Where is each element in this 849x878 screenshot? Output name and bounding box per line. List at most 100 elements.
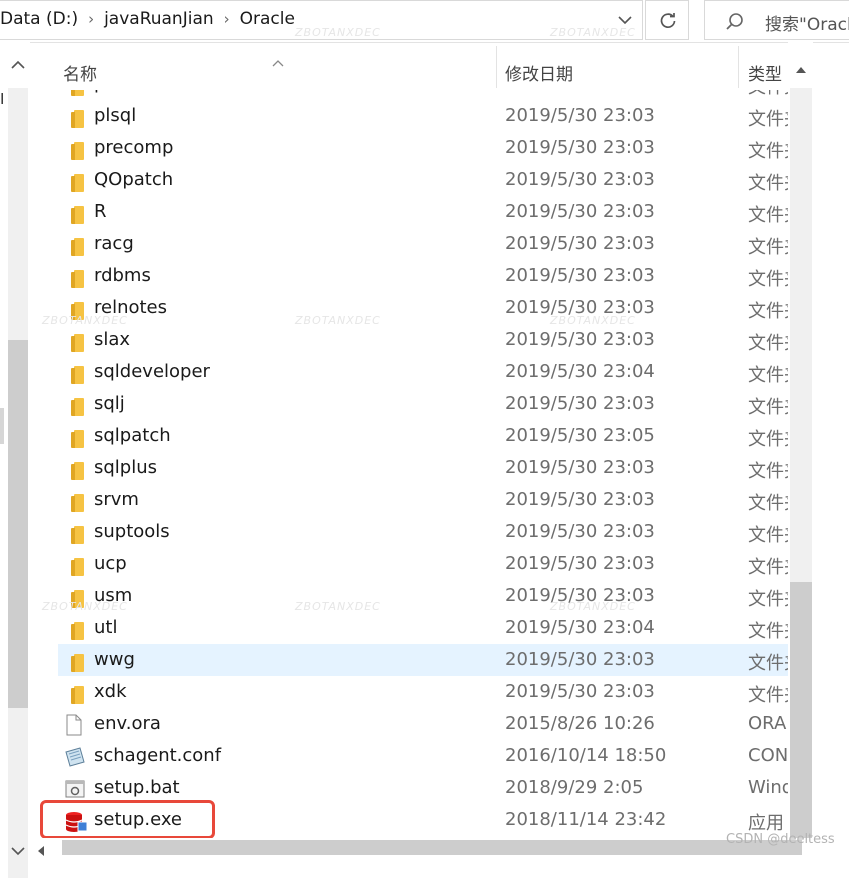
file-modified-date: 2019/5/30 23:03 bbox=[505, 649, 655, 670]
file-type: 文件夹 bbox=[748, 525, 788, 546]
file-row-sqlplus[interactable]: sqlplus 2019/5/30 23:03 文件夹 bbox=[58, 452, 788, 484]
chevron-left-icon[interactable] bbox=[36, 842, 46, 861]
scrollbar-thumb[interactable] bbox=[790, 582, 812, 844]
file-type: 文件夹 bbox=[748, 685, 788, 706]
watermark: ZBOTANXDEC bbox=[295, 26, 381, 39]
file-row-rdbms[interactable]: rdbms 2019/5/30 23:03 文件夹 bbox=[58, 260, 788, 292]
file-type: 文件夹 bbox=[748, 109, 788, 130]
watermark: ZBOTANXDEC bbox=[550, 600, 636, 613]
folder-icon bbox=[64, 618, 84, 640]
column-header-name[interactable]: 名称 bbox=[63, 60, 97, 85]
file-name: slax bbox=[94, 329, 131, 350]
file-type: 文件夹 bbox=[748, 653, 788, 674]
file-name: srvm bbox=[94, 489, 139, 510]
file-row-p[interactable]: p 文件夹 bbox=[58, 90, 788, 100]
column-header-date[interactable]: 修改日期 bbox=[505, 60, 573, 85]
chevron-up-icon[interactable] bbox=[10, 56, 26, 75]
file-modified-date: 2015/8/26 10:26 bbox=[505, 713, 655, 734]
file-list: p 文件夹 plsql 2019/5/30 23:03 文件夹 precomp 2019/5… bbox=[58, 90, 788, 838]
file-name: utl bbox=[94, 617, 118, 638]
breadcrumb-folder-oracle[interactable]: Oracle bbox=[240, 9, 295, 29]
folder-icon bbox=[64, 330, 84, 352]
folder-icon bbox=[64, 522, 84, 544]
file-row-usm[interactable]: usm2019/5/30 23:03文件夹 bbox=[58, 580, 788, 612]
file-modified-date: 2018/11/14 23:42 bbox=[505, 809, 667, 830]
file-name: xdk bbox=[94, 681, 127, 702]
watermark: ZBOTANXDEC bbox=[42, 314, 128, 327]
file-modified-date: 2016/10/14 18:50 bbox=[505, 745, 667, 766]
file-row-racg[interactable]: racg 2019/5/30 23:03 文件夹 bbox=[58, 228, 788, 260]
file-modified-date: 2019/5/30 23:03 bbox=[505, 137, 655, 158]
file-row-sqlpatch[interactable]: sqlpatch 2019/5/30 23:05 文件夹 bbox=[58, 420, 788, 452]
refresh-button[interactable] bbox=[645, 0, 689, 40]
file-row-r[interactable]: R 2019/5/30 23:03 文件夹 bbox=[58, 196, 788, 228]
breadcrumb-folder-javaruanjian[interactable]: javaRuanJian bbox=[104, 9, 214, 29]
batch-file-icon bbox=[64, 778, 85, 800]
file-name: wwg bbox=[94, 649, 135, 670]
file-type: 文件夹 bbox=[748, 397, 788, 418]
file-type: 文件夹 bbox=[748, 621, 788, 642]
file-modified-date: 2019/5/30 23:03 bbox=[505, 233, 655, 254]
file-name: setup.bat bbox=[94, 777, 180, 798]
navigation-pane: I bbox=[0, 42, 30, 878]
file-type: 文件夹 bbox=[748, 493, 788, 514]
file-row-relnotes[interactable]: relnotes2019/5/30 23:03文件夹 bbox=[58, 292, 788, 324]
file-modified-date: 2019/5/30 23:03 bbox=[505, 681, 655, 702]
file-row-slax[interactable]: slax 2019/5/30 23:03 文件夹 bbox=[58, 324, 788, 356]
search-input[interactable]: 搜索"Oracle" bbox=[765, 10, 849, 35]
column-header-type[interactable]: 类型 bbox=[748, 60, 782, 85]
search-box[interactable]: 搜索"Oracle" bbox=[704, 0, 849, 40]
nav-selection-marker bbox=[0, 408, 4, 444]
file-name: sqldeveloper bbox=[94, 361, 210, 382]
file-type: 文件夹 bbox=[748, 429, 788, 450]
file-type: 文件夹 bbox=[748, 301, 788, 322]
vertical-scrollbar bbox=[788, 42, 813, 857]
file-modified-date: 2019/5/30 23:03 bbox=[505, 393, 655, 414]
file-row-sqldeveloper[interactable]: sqldeveloper 2019/5/30 23:04 文件夹 bbox=[58, 356, 788, 388]
file-name: suptools bbox=[94, 521, 170, 542]
file-modified-date: 2019/5/30 23:03 bbox=[505, 329, 655, 350]
file-row-schagent-conf[interactable]: schagent.conf 2016/10/14 18:50 CON bbox=[58, 740, 788, 772]
file-row-precomp[interactable]: precomp 2019/5/30 23:03 文件夹 bbox=[58, 132, 788, 164]
file-modified-date: 2019/5/30 23:03 bbox=[505, 457, 655, 478]
file-row-ucp[interactable]: ucp 2019/5/30 23:03 文件夹 bbox=[58, 548, 788, 580]
nav-item-label-partial: I bbox=[0, 90, 5, 108]
folder-icon bbox=[64, 106, 84, 128]
file-row-env-ora[interactable]: env.ora 2015/8/26 10:26 ORA bbox=[58, 708, 788, 740]
folder-icon bbox=[64, 490, 84, 512]
file-row-wwg[interactable]: wwg 2019/5/30 23:03 文件夹 bbox=[58, 644, 788, 676]
file-row-suptools[interactable]: suptools 2019/5/30 23:03 文件夹 bbox=[58, 516, 788, 548]
file-type: 文件夹 bbox=[748, 333, 788, 354]
chevron-down-icon[interactable] bbox=[10, 842, 26, 861]
horizontal-scrollbar-thumb[interactable] bbox=[62, 840, 802, 855]
folder-icon bbox=[64, 458, 84, 480]
file-modified-date: 2019/5/30 23:05 bbox=[505, 425, 655, 446]
file-modified-date: 2019/5/30 23:03 bbox=[505, 489, 655, 510]
document-icon bbox=[64, 714, 84, 736]
watermark: ZBOTANXDEC bbox=[295, 600, 381, 613]
column-header: 名称 修改日期 类型 bbox=[30, 42, 820, 90]
column-divider[interactable] bbox=[496, 46, 497, 88]
file-type: 文件夹 bbox=[748, 461, 788, 482]
file-row-sqlj[interactable]: sqlj 2019/5/30 23:03 文件夹 bbox=[58, 388, 788, 420]
breadcrumb-separator[interactable]: › bbox=[88, 10, 94, 28]
file-name: plsql bbox=[94, 105, 137, 126]
folder-icon bbox=[64, 266, 84, 288]
file-type: 文件夹 bbox=[748, 557, 788, 578]
file-row-srvm[interactable]: srvm 2019/5/30 23:03 文件夹 bbox=[58, 484, 788, 516]
file-row-utl[interactable]: utl 2019/5/30 23:04 文件夹 bbox=[58, 612, 788, 644]
file-name: rdbms bbox=[94, 265, 151, 286]
file-row-qopatch[interactable]: QOpatch 2019/5/30 23:03 文件夹 bbox=[58, 164, 788, 196]
file-row-plsql[interactable]: plsql 2019/5/30 23:03 文件夹 bbox=[58, 100, 788, 132]
chevron-up-icon[interactable] bbox=[794, 60, 808, 79]
file-type: 文件夹 bbox=[748, 365, 788, 386]
file-type: CON bbox=[748, 745, 788, 766]
address-bar-row: Data (D:) › javaRuanJian › Oracle 搜索"Oracle" bbox=[0, 0, 849, 43]
file-row-xdk[interactable]: xdk 2019/5/30 23:03 文件夹 bbox=[58, 676, 788, 708]
nav-scrollbar-thumb[interactable] bbox=[8, 340, 28, 708]
breadcrumb-separator[interactable]: › bbox=[224, 10, 230, 28]
breadcrumb-drive[interactable]: Data (D:) bbox=[0, 9, 78, 29]
column-divider[interactable] bbox=[738, 46, 739, 88]
config-file-icon bbox=[64, 746, 85, 768]
file-type: ORA bbox=[748, 713, 787, 734]
